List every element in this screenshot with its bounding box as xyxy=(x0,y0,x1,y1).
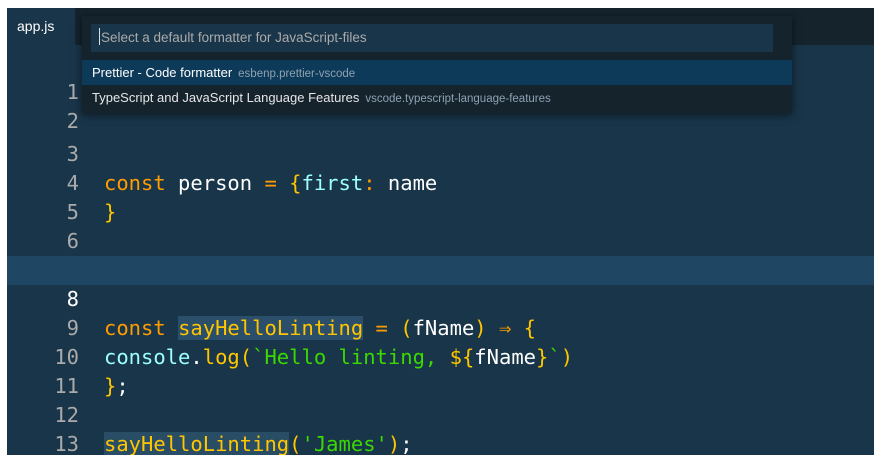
code-line[interactable]: 7 xyxy=(7,227,874,282)
item-label: TypeScript and JavaScript Language Featu… xyxy=(92,90,360,105)
code-text: sayHelloLinting('James'); xyxy=(104,430,413,455)
code-line[interactable]: 9 console.log(`Hello linting, ${fName}`) xyxy=(7,285,874,369)
item-description: vscode.typescript-language-features xyxy=(365,93,551,105)
code-line[interactable]: 12 sayHelloLinting('James'); xyxy=(7,372,874,455)
text-cursor xyxy=(99,28,100,45)
formatter-quick-pick: Select a default formatter for JavaScrip… xyxy=(82,16,792,113)
code-line[interactable]: 3 const person = {first: name xyxy=(7,111,874,195)
quick-pick-input[interactable]: Select a default formatter for JavaScrip… xyxy=(91,24,773,52)
paren: ) xyxy=(387,432,401,455)
code-line[interactable]: 4 } xyxy=(7,140,874,224)
code-line[interactable]: 11 xyxy=(7,343,874,398)
item-description: esbenp.prettier-vscode xyxy=(238,68,356,80)
item-label: Prettier - Code formatter xyxy=(92,65,233,80)
code-line[interactable]: 5 xyxy=(7,169,874,224)
editor-window: app.js 1 2 3 const person = {first: name… xyxy=(7,8,874,455)
paren: ( xyxy=(289,432,302,455)
semicolon: ; xyxy=(400,432,413,455)
quick-pick-item-typescript[interactable]: TypeScript and JavaScript Language Featu… xyxy=(82,85,792,110)
code-line[interactable]: 10 }; xyxy=(7,314,874,398)
function-name-highlighted: sayHelloLinting xyxy=(104,432,290,455)
quick-pick-placeholder: Select a default formatter for JavaScrip… xyxy=(101,30,367,45)
line-number: 13 xyxy=(54,432,79,455)
quick-pick-item-prettier[interactable]: Prettier - Code formatter esbenp.prettier… xyxy=(82,60,792,85)
code-line[interactable]: 13 xyxy=(7,401,874,455)
current-code-line[interactable]: 8 const sayHelloLinting = (fName) ⇒ { xyxy=(7,256,874,340)
tab-app-js[interactable]: app.js xyxy=(7,8,75,45)
string: 'James' xyxy=(301,432,388,455)
code-line[interactable]: 6 console.log(person); xyxy=(7,198,874,282)
